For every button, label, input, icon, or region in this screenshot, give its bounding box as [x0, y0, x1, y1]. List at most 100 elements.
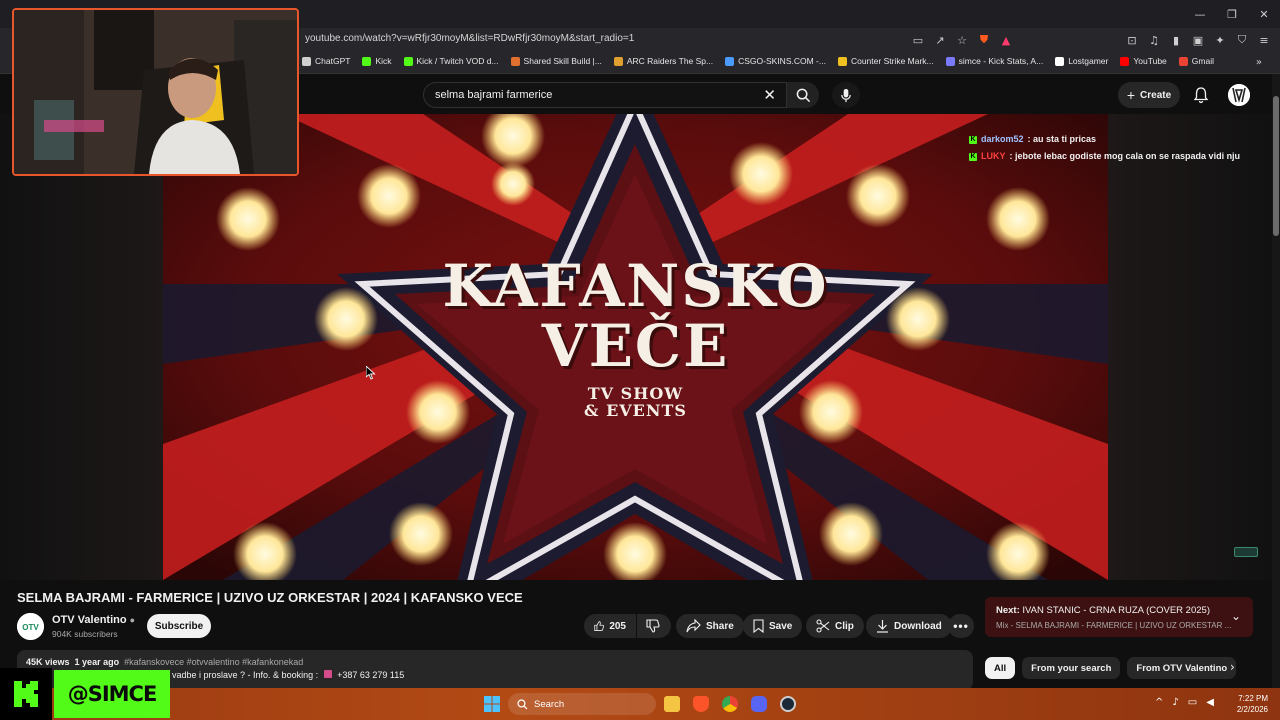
windows-taskbar: Search ^ ♪ ▭ ◀ 7:22 PM 2/2/2026 — [0, 688, 1280, 720]
wallet-icon[interactable]: ▣ — [1190, 32, 1206, 48]
minimize-icon[interactable]: — — [1184, 0, 1216, 28]
bookmark-item[interactable]: Lostgamer — [1055, 56, 1108, 66]
bookmark-item[interactable]: simce - Kick Stats, A... — [945, 56, 1043, 66]
chrome-icon[interactable] — [722, 696, 738, 712]
page-scrollbar[interactable] — [1272, 74, 1280, 688]
sidebar-icon[interactable]: ▮ — [1168, 32, 1184, 48]
bookmark-item[interactable]: Gmail — [1178, 56, 1214, 66]
bookmark-item[interactable]: ChatGPT — [302, 56, 350, 66]
subscribe-button[interactable]: Subscribe — [147, 614, 211, 638]
bookmark-item[interactable]: Shared Skill Build |... — [510, 56, 602, 66]
plus-icon: + — [1126, 87, 1136, 103]
bookmark-item[interactable]: Counter Strike Mark... — [837, 56, 934, 66]
up-next-playlist: Mix - SELMA BAJRAMI - FARMERICE | UZIVO … — [996, 621, 1232, 630]
file-explorer-icon[interactable] — [664, 696, 680, 712]
taskbar-clock[interactable]: 7:22 PM 2/2/2026 — [1226, 693, 1268, 715]
clip-button[interactable]: Clip — [806, 614, 864, 638]
bookmark-item[interactable]: YouTube — [1120, 56, 1167, 66]
more-horizontal-icon: ••• — [953, 619, 969, 633]
more-bookmarks-icon[interactable]: » — [1256, 57, 1262, 68]
bookmark-label: Counter Strike Mark... — [850, 56, 934, 66]
url-field[interactable]: youtube.com/watch?v=wRfjr30moyM&list=RDw… — [305, 33, 634, 44]
brave-rewards-icon[interactable]: ▲ — [998, 32, 1014, 48]
menu-icon[interactable]: ≡ — [1256, 32, 1272, 48]
media-icon[interactable]: ♫ — [1146, 32, 1162, 48]
tray-expand-icon[interactable]: ^ — [1155, 697, 1163, 708]
mouse-cursor-icon — [366, 366, 376, 380]
voice-search-button[interactable] — [832, 82, 860, 108]
dislike-button[interactable] — [637, 614, 671, 638]
kick-badge-icon: K — [969, 135, 977, 144]
save-label: Save — [769, 620, 793, 632]
account-avatar[interactable] — [1228, 84, 1250, 106]
up-next-panel[interactable]: Next: IVAN STANIC - CRNA RUZA (COVER 202… — [985, 597, 1253, 637]
tab-search-icon[interactable]: ⊡ — [1124, 32, 1140, 48]
bookmarks-list: ChatGPT Kick Kick / Twitch VOD d... Shared … — [302, 56, 1214, 66]
bookmark-item[interactable]: ARC Raiders The Sp... — [613, 56, 713, 66]
up-next-title: Next: IVAN STANIC - CRNA RUZA (COVER 202… — [996, 605, 1210, 616]
volume-icon[interactable]: ◀ — [1206, 697, 1214, 708]
video-player[interactable]: KAFANSKO VEČE TV SHOW & EVENTS — [163, 114, 1108, 580]
brave-shield-icon[interactable]: ⛊ — [976, 32, 992, 48]
download-button[interactable]: Download — [866, 614, 952, 638]
chat-text: : jebote lebac godiste mog cala on se ra… — [1009, 151, 1241, 161]
description-text: vadbe i proslave ? - Info. & booking : +… — [172, 670, 404, 680]
filter-chip[interactable]: From your search — [1022, 657, 1121, 679]
brave-browser-icon[interactable] — [693, 696, 709, 712]
browser-toolbar-right: ⊡ ♫ ▮ ▣ ✦ ⛉ ≡ — [1124, 32, 1272, 48]
vpn-icon[interactable]: ⛉ — [1234, 32, 1250, 48]
notifications-bell-icon[interactable] — [1192, 86, 1210, 104]
tray-mic-icon[interactable]: ♪ — [1172, 697, 1178, 708]
bookmark-item[interactable]: Kick / Twitch VOD d... — [403, 56, 499, 66]
chat-message: Kdarkom52: au sta ti pricas — [969, 131, 1240, 148]
stream-chat-overlay: Kdarkom52: au sta ti pricas K LUKY: jebote… — [969, 131, 1240, 165]
search-button[interactable] — [787, 82, 819, 108]
cast-icon[interactable]: ▭ — [910, 32, 926, 48]
share-button[interactable]: Share — [676, 614, 744, 638]
bookmark-item[interactable]: CSGO-SKINS.COM -... — [725, 56, 826, 66]
video-player-area: KAFANSKO VEČE TV SHOW & EVENTS — [0, 114, 1272, 580]
restore-icon[interactable]: ❐ — [1216, 0, 1248, 28]
leo-ai-icon[interactable]: ✦ — [1212, 32, 1228, 48]
chevron-right-icon[interactable]: › — [1230, 660, 1235, 674]
kick-logo-icon — [0, 668, 52, 720]
more-actions-button[interactable]: ••• — [948, 614, 974, 638]
clock-date: 2/2/2026 — [1236, 705, 1268, 714]
overlay-subtitle-line2: & EVENTS — [584, 401, 687, 420]
kick-handle-box: @SIMCE — [54, 670, 170, 718]
window-controls: — ❐ ✕ — [1184, 0, 1280, 28]
bookmark-label: Kick — [375, 56, 392, 66]
steam-app-icon[interactable] — [780, 696, 796, 712]
bookmark-favicon-icon — [725, 56, 735, 66]
save-button[interactable]: Save — [743, 614, 803, 638]
share-page-icon[interactable]: ↗ — [932, 32, 948, 48]
filter-chip[interactable]: From OTV Valentino — [1127, 657, 1237, 679]
clear-search-icon[interactable]: ✕ — [763, 86, 776, 104]
up-next-prefix: Next: — [996, 605, 1020, 616]
bookmark-label: Gmail — [1191, 56, 1214, 66]
channel-name[interactable]: OTV Valentino ● — [52, 614, 135, 626]
download-label: Download — [894, 620, 942, 632]
share-label: Share — [706, 620, 734, 632]
windows-start-icon[interactable] — [484, 696, 500, 712]
chevron-down-icon[interactable]: ⌄ — [1231, 609, 1241, 623]
search-input[interactable]: selma bajrami farmerice ✕ — [423, 82, 787, 108]
taskbar-search[interactable]: Search — [508, 693, 656, 715]
taskbar-search-label: Search — [534, 698, 565, 710]
thumbs-down-icon — [646, 619, 660, 633]
network-icon[interactable]: ▭ — [1188, 697, 1197, 708]
bookmark-item[interactable]: Kick — [362, 56, 392, 66]
download-icon — [877, 620, 888, 633]
search-query: selma bajrami farmerice — [435, 89, 553, 101]
view-count: 45K views — [26, 657, 70, 667]
channel-avatar[interactable]: OTV — [17, 613, 44, 640]
like-button[interactable]: 205 — [584, 614, 636, 638]
hashtags[interactable]: #kafanskovece #otvvalentino #kafankoneka… — [124, 657, 303, 667]
scrollbar-thumb[interactable] — [1273, 96, 1279, 236]
filter-chip[interactable]: All — [985, 657, 1016, 679]
discord-icon[interactable] — [751, 696, 767, 712]
close-window-icon[interactable]: ✕ — [1248, 0, 1280, 28]
bookmark-star-icon[interactable]: ☆ — [954, 32, 970, 48]
kick-handle: @SIMCE — [67, 682, 158, 706]
create-button[interactable]: + Create — [1118, 82, 1180, 108]
